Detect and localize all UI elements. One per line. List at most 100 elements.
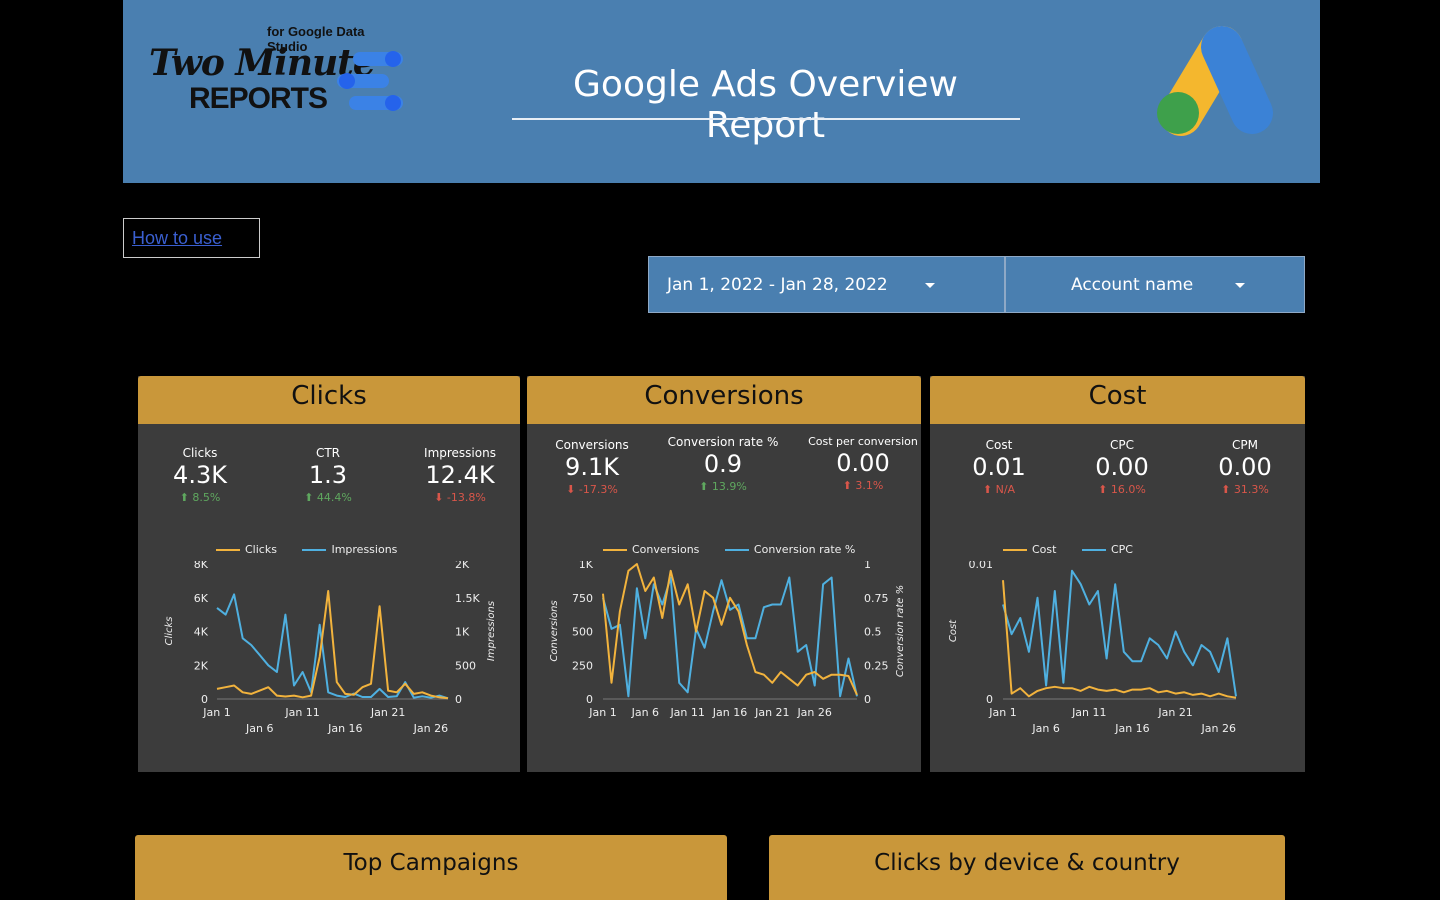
arrow-up-icon: ⬆ bbox=[1098, 483, 1108, 496]
section-title: Clicks by device & country bbox=[874, 850, 1180, 876]
x-tick-label: Jan 1 bbox=[588, 706, 616, 719]
y-axis-title-right: Impressions bbox=[486, 601, 497, 661]
kpi-impressions: Impressions 12.4K ⬇ -13.8% bbox=[400, 446, 520, 504]
kpi-label: CPM bbox=[1232, 438, 1258, 452]
clicks-card: Clicks Clicks 4.3K ⬆ 8.5% CTR 1.3 ⬆ 44.4… bbox=[138, 376, 520, 772]
kpi-cost: Cost 0.01 ⬆ N/A bbox=[939, 438, 1059, 496]
kpi-value: 12.4K bbox=[425, 461, 495, 489]
series-line-conversion-rate- bbox=[602, 576, 858, 698]
chart-legend: Cost CPC bbox=[1003, 543, 1155, 556]
y-tick-label-right: 0.5 bbox=[864, 626, 882, 639]
arrow-down-icon: ⬇ bbox=[566, 483, 576, 496]
kpi-label: Cost bbox=[985, 438, 1013, 452]
y-tick-label-right: 0.25 bbox=[864, 659, 889, 672]
kpi-value: 1.3 bbox=[308, 461, 348, 489]
y-tick-label-left: 4K bbox=[194, 626, 209, 639]
x-tick-label: Jan 21 bbox=[1157, 706, 1192, 719]
kpi-delta: ⬆ 44.4% bbox=[304, 491, 352, 504]
top-campaigns-section: Top Campaigns bbox=[135, 835, 727, 900]
y-tick-label-left: 0 bbox=[586, 693, 593, 706]
kpi-value: 0.00 bbox=[836, 449, 890, 477]
account-value: Account name bbox=[1071, 275, 1194, 295]
y-tick-label-left: 250 bbox=[572, 659, 593, 672]
x-tick-label: Jan 6 bbox=[631, 706, 659, 719]
y-tick-label-right: 1.5K bbox=[455, 592, 480, 605]
kpi-label: Conversion rate % bbox=[667, 435, 779, 449]
x-tick-label: Jan 21 bbox=[754, 706, 789, 719]
kpi-delta: ⬇ -17.3% bbox=[566, 483, 618, 496]
kpi-value: 0.9 bbox=[703, 450, 743, 478]
cost-card: Cost Cost 0.01 ⬆ N/A CPC 0.00 ⬆ 16.0% CP… bbox=[930, 376, 1305, 772]
clicks-impressions-chart: 0 2K 4K 6K 8K 0 500 1K 1.5K 2K Clicks Impressions Ja… bbox=[164, 561, 497, 735]
kpi-label: CPC bbox=[1110, 438, 1134, 452]
kpi-value: 9.1K bbox=[565, 453, 619, 481]
y-tick-label-left: 0 bbox=[201, 693, 208, 706]
date-range-value: Jan 1, 2022 - Jan 28, 2022 bbox=[667, 275, 888, 295]
x-tick-label: Jan 21 bbox=[370, 706, 405, 719]
two-minute-reports-logo: for Google Data Studio Two Minute REPORT… bbox=[145, 20, 405, 120]
x-tick-label: Jan 6 bbox=[1031, 722, 1059, 735]
y-tick-label-left: 8K bbox=[194, 561, 209, 571]
chevron-down-icon bbox=[1235, 283, 1245, 288]
logo-line2: REPORTS bbox=[189, 82, 328, 115]
y-tick-label-right: 500 bbox=[455, 659, 476, 672]
kpi-clicks: Clicks 4.3K ⬆ 8.5% bbox=[140, 446, 260, 504]
card-header: Cost bbox=[930, 376, 1305, 424]
account-filter[interactable]: Account name bbox=[1005, 256, 1305, 313]
card-header: Clicks bbox=[138, 376, 520, 424]
arrow-up-icon: ⬆ bbox=[982, 483, 993, 496]
kpi-delta: ⬆ 8.5% bbox=[179, 491, 221, 504]
y-tick-label-left: 0 bbox=[986, 693, 993, 706]
conversions-rate-chart: 0 250 500 750 1K 0 0.25 0.5 0.75 1 Conversions Conv… bbox=[549, 561, 906, 719]
how-to-use-link[interactable]: How to use bbox=[132, 228, 222, 249]
x-tick-label: Jan 26 bbox=[1201, 722, 1236, 735]
kpi-label: Impressions bbox=[424, 446, 496, 460]
kpi-value: 0.00 bbox=[1218, 453, 1272, 481]
date-range-filter[interactable]: Jan 1, 2022 - Jan 28, 2022 bbox=[648, 256, 1005, 313]
arrow-up-icon: ⬆ bbox=[842, 479, 852, 492]
y-tick-label-left: 2K bbox=[194, 659, 209, 672]
clicks-by-device-section: Clicks by device & country bbox=[769, 835, 1285, 900]
kpi-cost-per-conversion: Cost per conversion 0.00 ⬆ 3.1% bbox=[799, 435, 927, 492]
header-banner: for Google Data Studio Two Minute REPORT… bbox=[123, 0, 1320, 183]
kpi-conversion-rate: Conversion rate % 0.9 ⬆ 13.9% bbox=[663, 435, 783, 493]
card-title: Clicks bbox=[291, 381, 367, 411]
arrow-up-icon: ⬆ bbox=[1221, 483, 1231, 496]
y-tick-label-right: 2K bbox=[455, 561, 470, 571]
title-underline bbox=[512, 118, 1020, 120]
kpi-delta: ⬇ -13.8% bbox=[434, 491, 486, 504]
cost-cpc-chart: 0 0.01 Cost Jan 1 Jan 11 Jan 21 Jan 6 Jan 16 Jan… bbox=[948, 561, 1237, 735]
kpi-cpm: CPM 0.00 ⬆ 31.3% bbox=[1185, 438, 1305, 496]
y-axis-title-left: Clicks bbox=[164, 616, 175, 645]
x-tick-label: Jan 11 bbox=[284, 706, 319, 719]
kpi-delta: ⬆ 31.3% bbox=[1221, 483, 1269, 496]
series-line-cpc bbox=[1002, 569, 1237, 697]
kpi-ctr: CTR 1.3 ⬆ 44.4% bbox=[268, 446, 388, 504]
card-title: Cost bbox=[1088, 381, 1147, 411]
chart-legend: Clicks Impressions bbox=[216, 543, 419, 556]
y-tick-label-right: 1 bbox=[864, 561, 871, 571]
x-tick-label: Jan 26 bbox=[413, 722, 448, 735]
y-tick-label-right: 1K bbox=[455, 626, 470, 639]
y-axis-title-right: Conversion rate % bbox=[895, 585, 906, 677]
x-tick-label: Jan 26 bbox=[796, 706, 831, 719]
kpi-label: Clicks bbox=[182, 446, 218, 460]
x-tick-label: Jan 16 bbox=[327, 722, 362, 735]
kpi-delta: ⬆ 16.0% bbox=[1098, 483, 1146, 496]
kpi-cpc: CPC 0.00 ⬆ 16.0% bbox=[1062, 438, 1182, 496]
y-tick-label-right: 0.75 bbox=[864, 592, 889, 605]
page-title: Google Ads Overview Report bbox=[573, 64, 958, 146]
x-tick-label: Jan 16 bbox=[1114, 722, 1149, 735]
card-header: Conversions bbox=[527, 376, 921, 424]
kpi-value: 4.3K bbox=[173, 461, 227, 489]
section-title: Top Campaigns bbox=[343, 850, 519, 876]
x-tick-label: Jan 1 bbox=[202, 706, 230, 719]
how-to-use-box: How to use bbox=[123, 218, 260, 258]
google-ads-icon bbox=[1157, 26, 1273, 136]
kpi-value: 0.00 bbox=[1095, 453, 1149, 481]
conversions-card: Conversions Conversions 9.1K ⬇ -17.3% Co… bbox=[527, 376, 921, 772]
y-tick-label-left: 1K bbox=[579, 561, 594, 571]
y-axis-title-left: Cost bbox=[948, 619, 959, 642]
x-tick-label: Jan 1 bbox=[988, 706, 1016, 719]
x-tick-label: Jan 11 bbox=[669, 706, 704, 719]
